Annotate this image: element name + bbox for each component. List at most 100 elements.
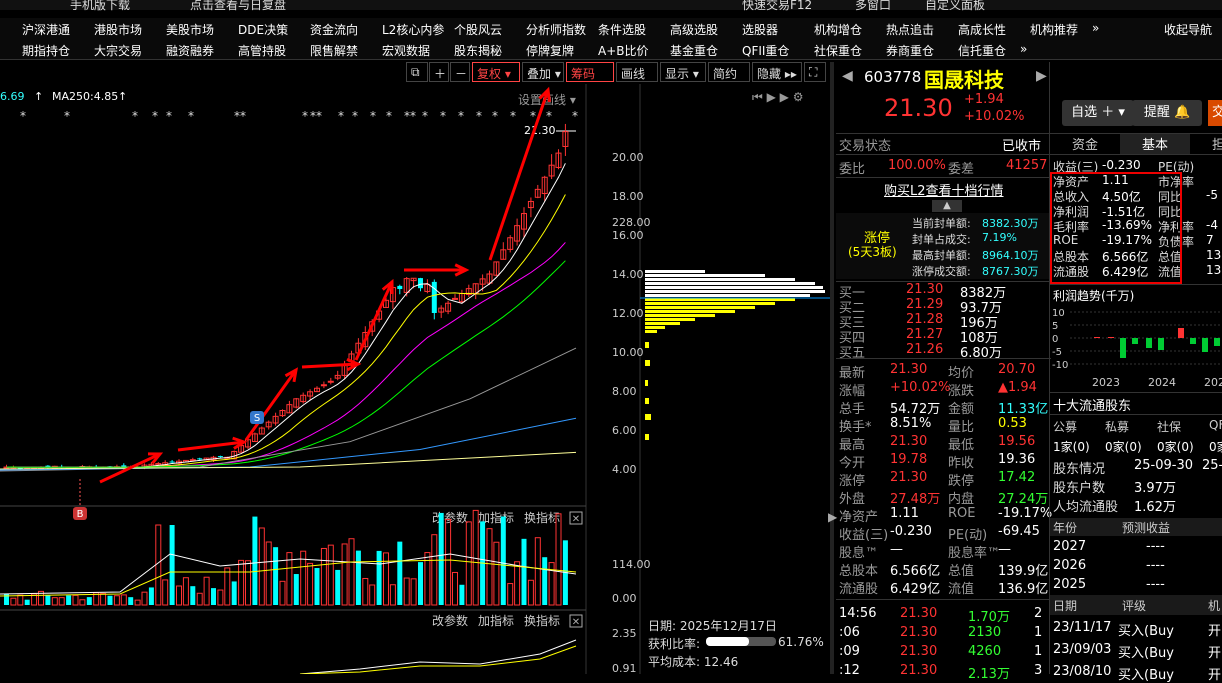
menu2-item[interactable]: » xyxy=(1020,42,1027,56)
add-watchlist-button[interactable]: 自选 ＋ ▾ xyxy=(1062,100,1134,126)
menu2-item[interactable]: 股东揭秘 xyxy=(454,42,502,59)
overlay-button[interactable]: 叠加 ▾ xyxy=(522,62,564,82)
volume-bar xyxy=(459,584,465,605)
stat-value: 19.78 xyxy=(890,452,928,467)
splitter[interactable] xyxy=(830,62,834,674)
status-value: 已收市 xyxy=(1002,139,1042,154)
draw-line-button[interactable]: 画线 xyxy=(616,62,658,82)
menu1-item[interactable]: 热点追击 xyxy=(886,21,934,38)
annotation-arrow xyxy=(488,89,550,261)
mobile-download-link[interactable]: 手机版下载 xyxy=(70,0,130,13)
chip-button[interactable]: 筹码 xyxy=(566,62,614,82)
tab-basic[interactable]: 基本 xyxy=(1120,134,1190,154)
f10-value: 7 xyxy=(1206,233,1214,247)
menu2-item[interactable]: 限售解禁 xyxy=(310,42,358,59)
volume-bar xyxy=(534,537,541,606)
menu2-item[interactable]: 期指持仓 xyxy=(22,42,70,59)
menu2-item[interactable]: QFII重仓 xyxy=(742,42,789,59)
profit-y-label: -10 xyxy=(1052,360,1068,371)
copy-icon[interactable]: ⧉ xyxy=(406,62,428,82)
collapse-icon[interactable]: ▲ xyxy=(932,200,962,212)
volume-bar xyxy=(252,516,258,605)
menu1-item[interactable]: L2核心内参 xyxy=(382,21,444,38)
limit-up-value: 8767.30万 xyxy=(982,265,1039,278)
menu1-item[interactable]: 高成长性 xyxy=(958,21,1006,38)
menu1-item[interactable]: 条件选股 xyxy=(598,21,646,38)
menu1-item[interactable]: 港股市场 xyxy=(94,21,142,38)
menu2-item[interactable]: 停牌复牌 xyxy=(526,42,574,59)
menu2-item[interactable]: 社保重仓 xyxy=(814,42,862,59)
tab-other[interactable]: 担 xyxy=(1212,134,1222,153)
menu2-item[interactable]: 大宗交易 xyxy=(94,42,142,59)
chip-date: 日期: 2025年12月17日 xyxy=(648,619,777,633)
menu2-item[interactable]: 高管持股 xyxy=(238,42,286,59)
ma120-line xyxy=(0,417,577,471)
menu2-item[interactable]: 宏观数据 xyxy=(382,42,430,59)
trade-button[interactable]: 交 xyxy=(1208,100,1222,126)
f10-value: -4 xyxy=(1206,218,1218,232)
limit-up-key: 最高封单额: xyxy=(912,249,971,262)
volume-bar xyxy=(245,560,251,606)
price-tick-label: 6.00 xyxy=(612,424,637,437)
limit-up-key: 涨停成交额: xyxy=(912,265,971,278)
price-tick-label: 14.00 xyxy=(612,268,644,281)
rating-date: 23/09/03 xyxy=(1053,642,1112,657)
prev-stock-icon[interactable]: ◀ xyxy=(842,68,853,84)
annotation-arrow xyxy=(177,440,245,452)
stat-key: 涨跌 xyxy=(948,384,975,399)
menu1-item[interactable]: 收起导航 xyxy=(1164,21,1212,38)
chip-bar xyxy=(645,278,795,281)
zoom-in-icon[interactable]: ＋ xyxy=(429,62,449,82)
volume-bar xyxy=(369,584,376,606)
limit-up-key: 当前封单额: xyxy=(912,217,971,230)
zoom-out-icon[interactable]: － xyxy=(450,62,470,82)
custom-panel-link[interactable]: 自定义面板 xyxy=(925,0,985,13)
fuquan-button[interactable]: 复权 ▾ xyxy=(472,62,520,82)
menu1-item[interactable]: » xyxy=(1092,21,1099,35)
daily-review-link[interactable]: 点击查看与日复盘 xyxy=(190,0,286,13)
kline-chart[interactable]: 20.00 18.00 16.00 14.00 12.00 10.00 8.00 6.00 4.… xyxy=(0,84,830,674)
stat-key: 内盘 xyxy=(948,492,975,507)
alert-button[interactable]: 提醒 🔔 xyxy=(1132,100,1202,126)
menu1-item[interactable]: 美股市场 xyxy=(166,21,214,38)
menu1-item[interactable]: 选股器 xyxy=(742,21,778,38)
top10-holders-title[interactable]: 十大流通股东 xyxy=(1053,395,1131,414)
hide-button[interactable]: 隐藏 ▸▸ xyxy=(752,62,802,82)
menu2-item[interactable]: 融资融券 xyxy=(166,42,214,59)
volume-bar xyxy=(307,562,314,606)
stat-value: 21.30 xyxy=(890,362,928,377)
stat-value: 6.429亿 xyxy=(890,582,941,597)
volume-bar xyxy=(258,527,265,606)
menu2-item[interactable]: 信托重仓 xyxy=(958,42,1006,59)
ma30-line xyxy=(6,260,566,468)
tick-price: 21.30 xyxy=(900,663,938,678)
menu1-item[interactable]: 沪深港通 xyxy=(22,21,70,38)
menu1-item[interactable]: 个股风云 xyxy=(454,21,502,38)
menu1-item[interactable]: 机构推荐 xyxy=(1030,21,1078,38)
quick-trade-link[interactable]: 快速交易F12 xyxy=(742,0,812,13)
display-button[interactable]: 显示 ▾ xyxy=(660,62,706,82)
holder-count: 0家 xyxy=(1209,440,1222,454)
menu1-item[interactable]: 资金流向 xyxy=(310,21,358,38)
next-stock-icon[interactable]: ▶ xyxy=(1036,68,1047,84)
menu2-item[interactable]: 券商重仓 xyxy=(886,42,934,59)
tick-count: 2 xyxy=(1034,606,1043,621)
menu1-item[interactable]: DDE决策 xyxy=(238,21,288,38)
profit-y-label: -5 xyxy=(1052,347,1062,358)
ma5-line xyxy=(6,163,566,469)
holder-row-value: 25-09-30 xyxy=(1134,458,1194,473)
menu1-item[interactable]: 高级选股 xyxy=(670,21,718,38)
tab-capital[interactable]: 资金 xyxy=(1050,134,1120,154)
simple-mode-button[interactable]: 简约 xyxy=(708,62,750,82)
menu1-item[interactable]: 机构增仓 xyxy=(814,21,862,38)
volume-bar xyxy=(465,521,472,606)
menu2-item[interactable]: A+B比价 xyxy=(598,42,649,59)
multi-window-link[interactable]: 多窗口 xyxy=(855,0,891,13)
last-price-label: 21.30 xyxy=(524,124,556,137)
profit-trend-chart: 10 5 0 -5 -10 2023 2024 202 xyxy=(1052,308,1222,389)
stat-key: 昨收 xyxy=(948,456,975,471)
l2-link[interactable]: 购买L2查看十档行情 xyxy=(884,180,1004,199)
menu1-item[interactable]: 分析师指数 xyxy=(526,21,586,38)
menu2-item[interactable]: 基金重仓 xyxy=(670,42,718,59)
fullscreen-icon[interactable]: ⛶ xyxy=(804,62,826,82)
